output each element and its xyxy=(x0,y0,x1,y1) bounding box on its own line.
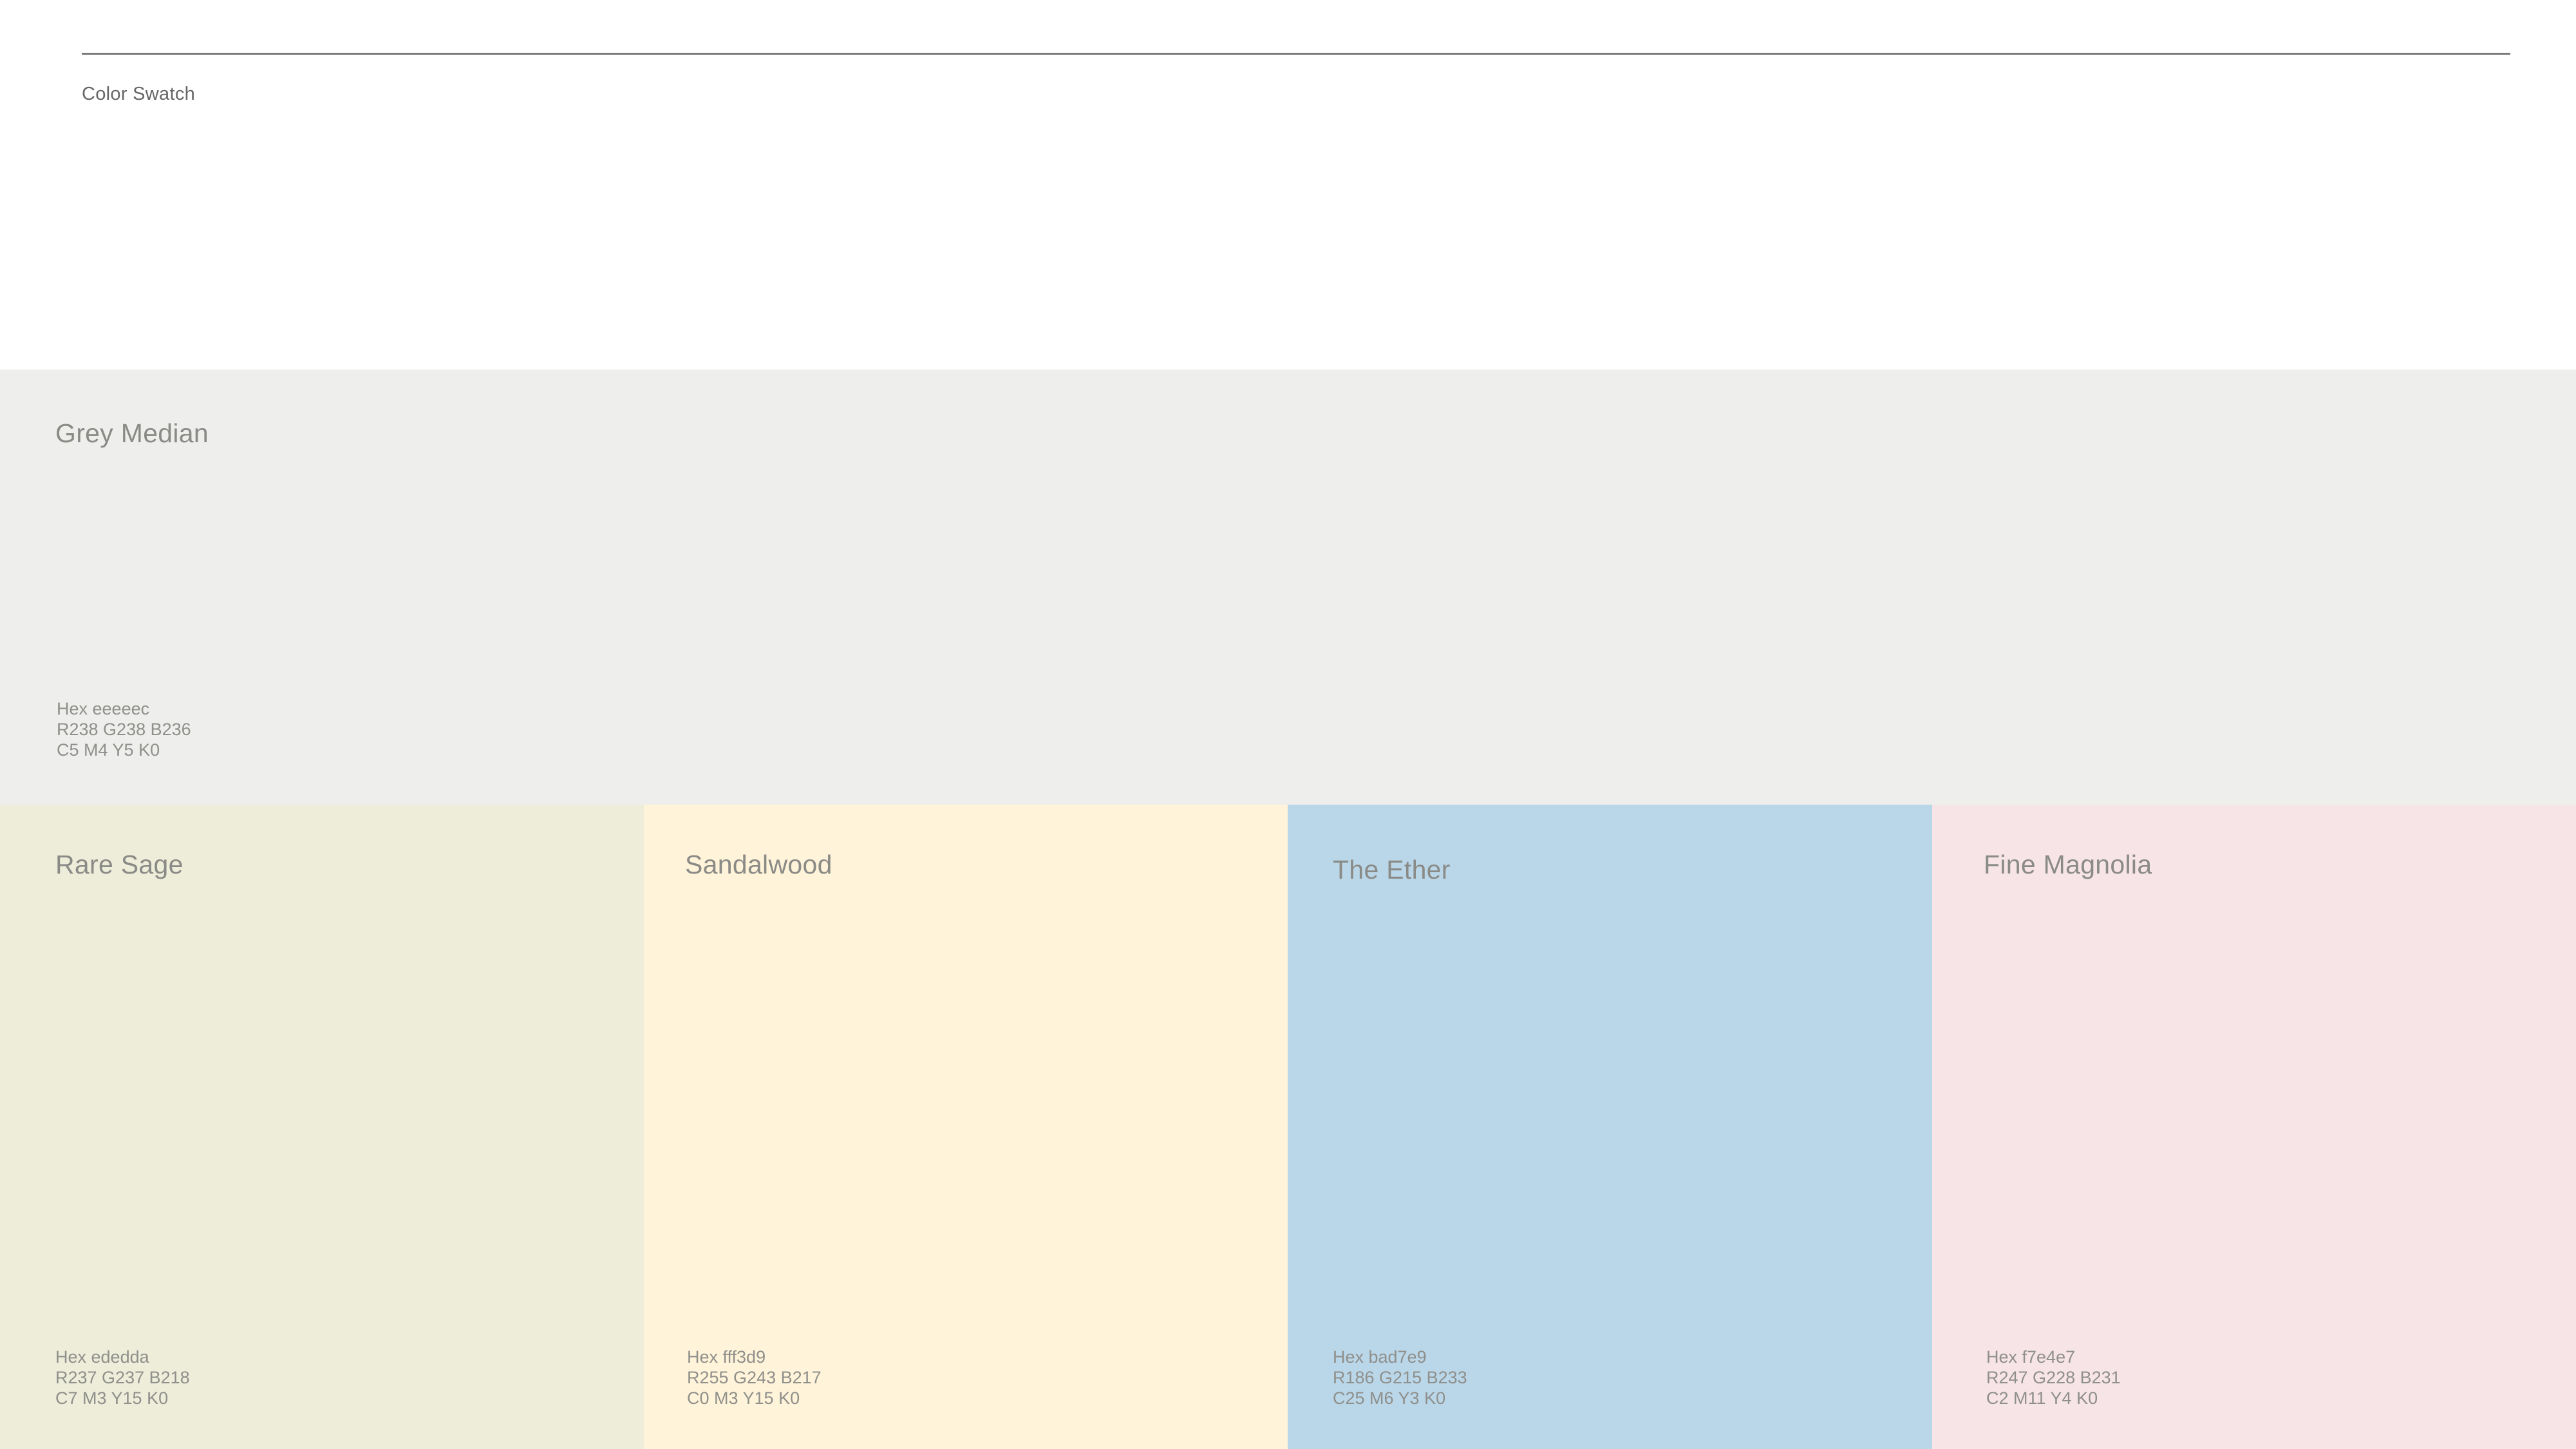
swatch-name: Fine Magnolia xyxy=(1984,850,2152,879)
color-swatch-page: Color Swatch Grey Median Hex eeeeec R238… xyxy=(0,0,2576,1449)
swatch-name: Rare Sage xyxy=(55,850,183,879)
swatch-sandalwood: Sandalwood Hex fff3d9 R255 G243 B217 C0 … xyxy=(644,805,1288,1449)
swatch-the-ether: The Ether Hex bad7e9 R186 G215 B233 C25 … xyxy=(1288,805,1932,1449)
swatch-rgb: R238 G238 B236 xyxy=(57,720,191,739)
swatch-fine-magnolia: Fine Magnolia Hex f7e4e7 R247 G228 B231 … xyxy=(1932,805,2576,1449)
swatch-name: Sandalwood xyxy=(685,850,832,879)
swatch-rare-sage: Rare Sage Hex ededda R237 G237 B218 C7 M… xyxy=(0,805,644,1449)
swatch-values: Hex fff3d9 R255 G243 B217 C0 M3 Y15 K0 xyxy=(687,1347,822,1408)
swatch-name: Grey Median xyxy=(55,418,209,448)
swatch-rgb: R237 G237 B218 xyxy=(55,1368,190,1387)
swatch-values: Hex eeeeec R238 G238 B236 C5 M4 Y5 K0 xyxy=(57,698,191,760)
swatch-hex: Hex bad7e9 xyxy=(1333,1347,1427,1367)
swatch-rgb: R186 G215 B233 xyxy=(1333,1368,1467,1387)
swatch-rgb: R255 G243 B217 xyxy=(687,1368,822,1387)
swatch-cmyk: C0 M3 Y15 K0 xyxy=(687,1388,800,1408)
swatch-hex: Hex ededda xyxy=(55,1347,149,1367)
swatch-values: Hex ededda R237 G237 B218 C7 M3 Y15 K0 xyxy=(55,1347,190,1408)
swatch-values: Hex bad7e9 R186 G215 B233 C25 M6 Y3 K0 xyxy=(1333,1347,1467,1408)
swatch-cmyk: C2 M11 Y4 K0 xyxy=(1986,1388,2098,1408)
swatch-values: Hex f7e4e7 R247 G228 B231 C2 M11 Y4 K0 xyxy=(1986,1347,2121,1408)
swatch-hex: Hex eeeeec xyxy=(57,699,150,718)
swatch-name: The Ether xyxy=(1333,855,1451,884)
section-title: Color Swatch xyxy=(82,84,196,104)
swatch-rgb: R247 G228 B231 xyxy=(1986,1368,2121,1387)
swatch-cmyk: C5 M4 Y5 K0 xyxy=(57,740,160,760)
swatch-grey-median: Grey Median Hex eeeeec R238 G238 B236 C5… xyxy=(0,369,2576,805)
swatch-cmyk: C25 M6 Y3 K0 xyxy=(1333,1388,1446,1408)
swatch-cmyk: C7 M3 Y15 K0 xyxy=(55,1388,169,1408)
swatch-hex: Hex fff3d9 xyxy=(687,1347,766,1367)
header-divider xyxy=(82,53,2510,55)
swatch-hex: Hex f7e4e7 xyxy=(1986,1347,2076,1367)
